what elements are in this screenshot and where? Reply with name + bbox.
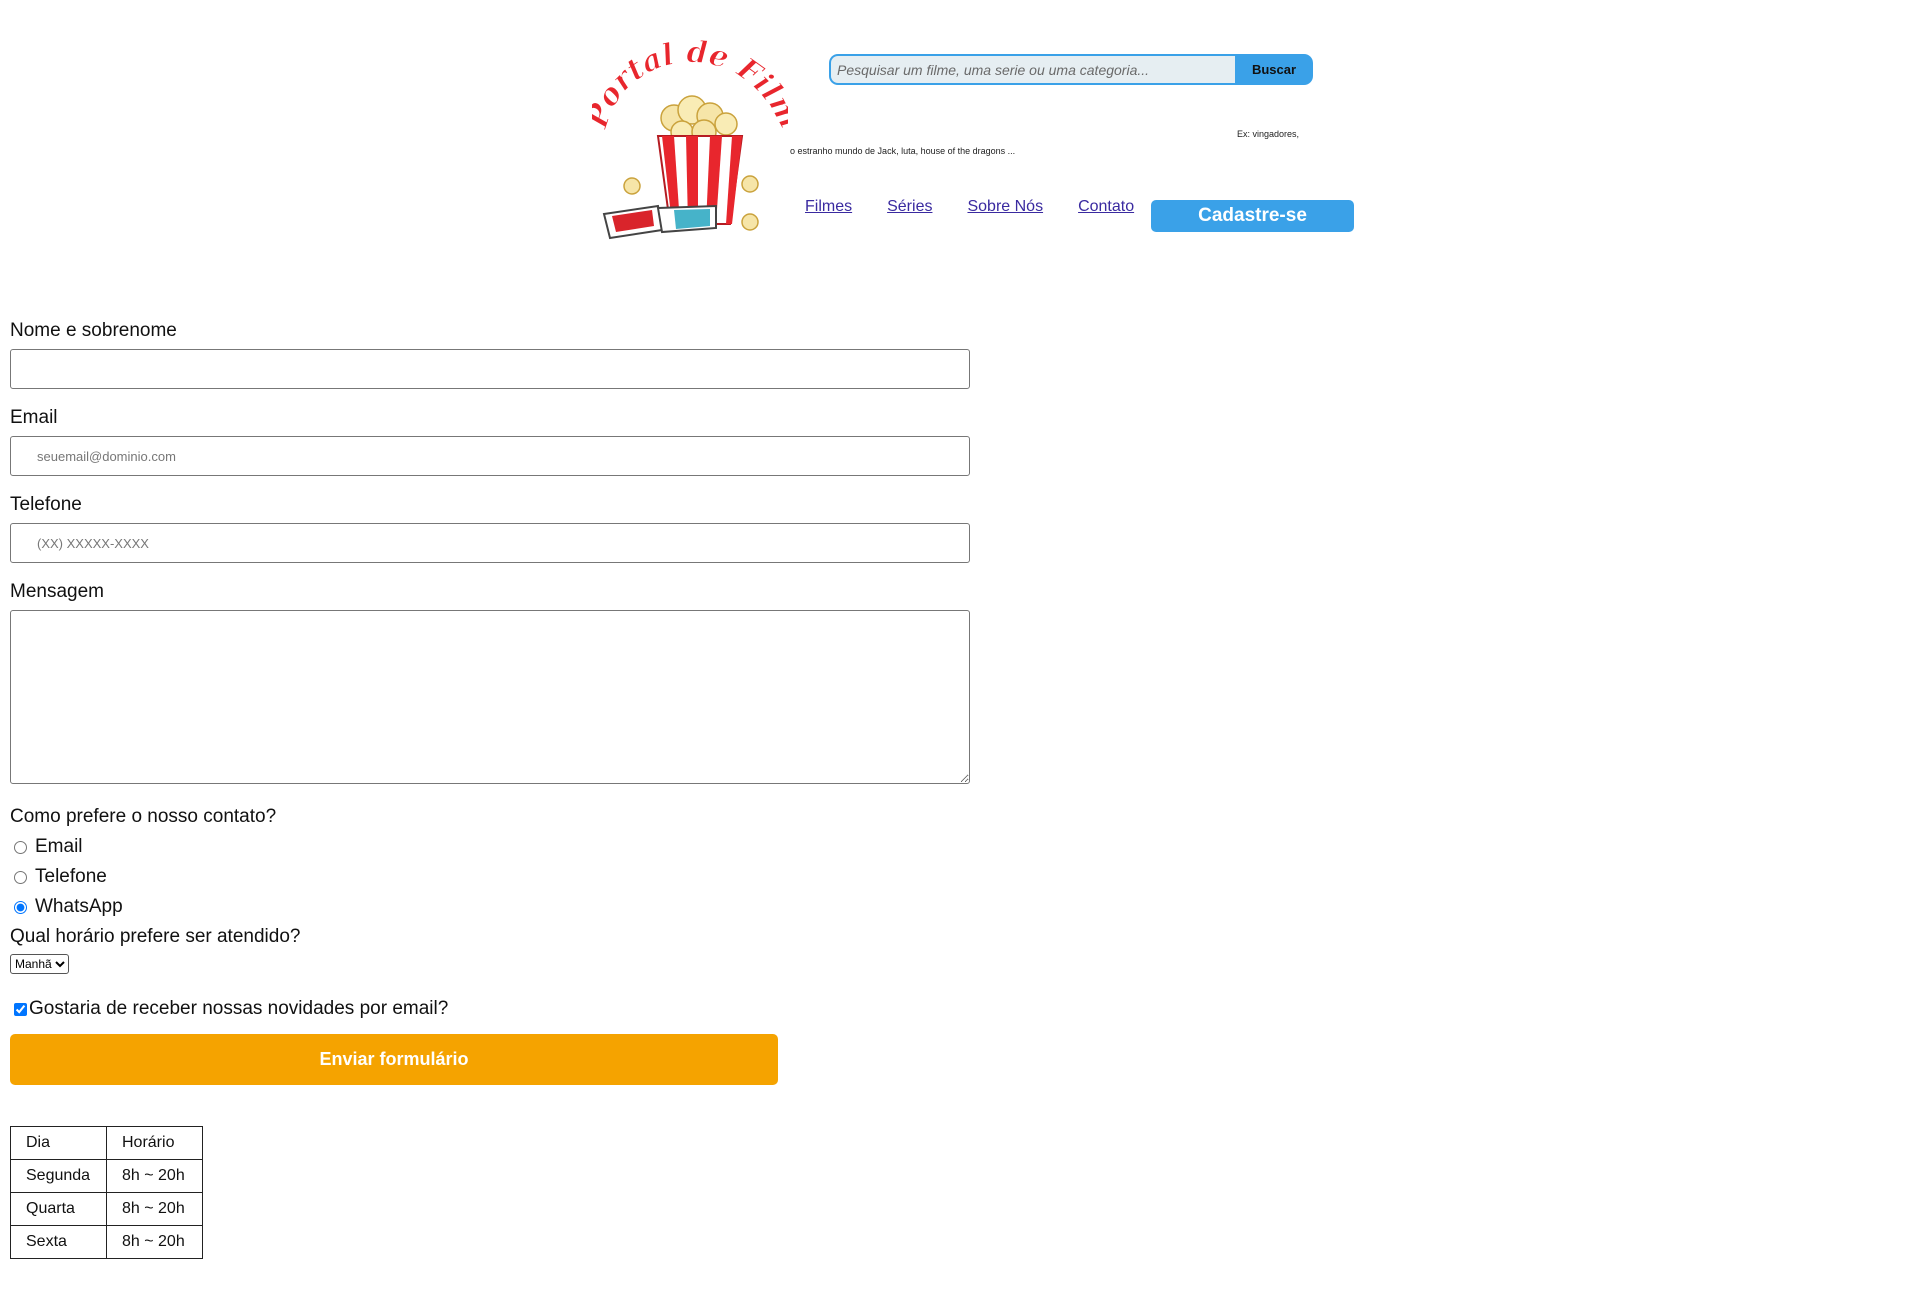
3d-glasses-icon: [602, 204, 717, 240]
time-select-row: Manhã: [10, 954, 970, 984]
table-cell-day: Quarta: [10, 1192, 107, 1226]
table-cell-day: Segunda: [10, 1159, 107, 1193]
time-preference-question: Qual horário prefere ser atendido?: [10, 926, 301, 947]
newsletter-checkbox[interactable]: [14, 1002, 27, 1016]
contact-radio-whatsapp[interactable]: [14, 900, 27, 914]
main-nav: Filmes Séries Sobre Nós Contato: [805, 198, 1149, 216]
contact-form: Nome e sobrenome Email Telefone Mensagem…: [10, 320, 970, 1259]
time-select[interactable]: Manhã: [10, 954, 69, 974]
message-label: Mensagem: [10, 581, 104, 602]
contact-radio-email[interactable]: [14, 840, 27, 854]
portal-de-filmes-logo[interactable]: Portal de Filmes: [592, 40, 788, 246]
phone-label: Telefone: [10, 494, 82, 515]
contact-option-label: Telefone: [35, 866, 107, 887]
nav-link-contato[interactable]: Contato: [1078, 198, 1134, 216]
search-hint-continued: o estranho mundo de Jack, luta, house of…: [790, 146, 1016, 156]
search-input[interactable]: [829, 54, 1235, 85]
search-button[interactable]: Buscar: [1235, 54, 1313, 85]
signup-button[interactable]: Cadastre-se: [1151, 200, 1354, 232]
contact-radio-telefone[interactable]: [14, 870, 27, 884]
schedule-table: Dia Horário Segunda 8h ~ 20h Quarta 8h ~…: [10, 1126, 203, 1259]
contact-option-email: Email: [10, 832, 970, 862]
table-row: Quarta 8h ~ 20h: [10, 1192, 203, 1226]
submit-button[interactable]: Enviar formulário: [10, 1034, 778, 1085]
name-field[interactable]: [10, 349, 970, 389]
table-cell-hours: 8h ~ 20h: [106, 1192, 203, 1226]
nav-link-filmes[interactable]: Filmes: [805, 198, 852, 216]
nav-link-series[interactable]: Séries: [887, 198, 932, 216]
phone-field[interactable]: [10, 523, 970, 563]
email-field[interactable]: [10, 436, 970, 476]
name-label: Nome e sobrenome: [10, 320, 177, 341]
search-bar: Buscar: [829, 54, 1313, 85]
table-header-cell: Dia: [10, 1126, 107, 1160]
contact-option-label: WhatsApp: [35, 896, 123, 917]
table-header-cell: Horário: [106, 1126, 203, 1160]
table-cell-hours: 8h ~ 20h: [106, 1159, 203, 1193]
contact-option-telefone: Telefone: [10, 862, 970, 892]
search-hint: Ex: vingadores,: [1237, 129, 1300, 139]
email-label: Email: [10, 407, 58, 428]
table-cell-day: Sexta: [10, 1225, 107, 1259]
newsletter-label: Gostaria de receber nossas novidades por…: [29, 998, 449, 1019]
table-row: Segunda 8h ~ 20h: [10, 1159, 203, 1193]
nav-link-sobre-nos[interactable]: Sobre Nós: [967, 198, 1043, 216]
message-field[interactable]: [10, 610, 970, 784]
contact-preference-question: Como prefere o nosso contato?: [10, 806, 277, 827]
search-area: Buscar: [829, 54, 1313, 85]
site-header: Portal de Filmes: [592, 40, 1392, 250]
table-header-row: Dia Horário: [10, 1126, 203, 1160]
contact-option-label: Email: [35, 836, 83, 857]
newsletter-row: Gostaria de receber nossas novidades por…: [10, 994, 970, 1024]
table-cell-hours: 8h ~ 20h: [106, 1225, 203, 1259]
contact-option-whatsapp: WhatsApp: [10, 892, 970, 922]
table-row: Sexta 8h ~ 20h: [10, 1225, 203, 1259]
